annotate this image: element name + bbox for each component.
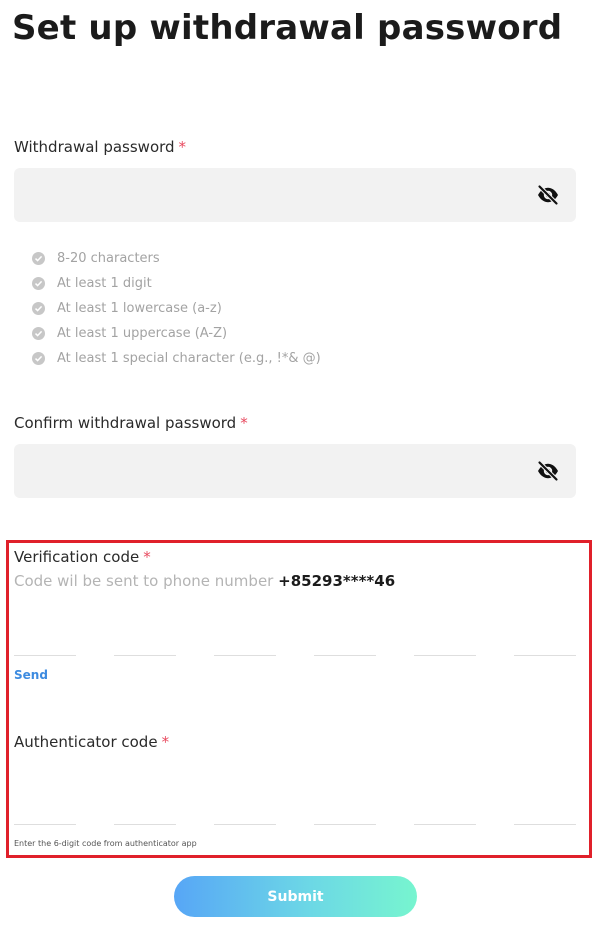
required-mark: * [178, 138, 187, 156]
verification-code-label-text: Verification code [14, 548, 140, 566]
required-mark: * [240, 414, 248, 432]
confirm-password-label: Confirm withdrawal password * [14, 414, 248, 432]
verification-hint-text: Code wil be sent to phone number [14, 572, 274, 590]
withdrawal-password-label: Withdrawal password * [14, 138, 186, 156]
check-circle-icon [32, 352, 45, 365]
check-circle-icon [32, 252, 45, 265]
check-circle-icon [32, 302, 45, 315]
verification-digit-input[interactable] [314, 655, 376, 656]
password-rule-text: 8-20 characters [57, 251, 160, 266]
verification-digit-input[interactable] [14, 655, 76, 656]
verification-digit-input[interactable] [114, 655, 176, 656]
withdrawal-password-label-text: Withdrawal password [14, 138, 175, 156]
authenticator-digit-input[interactable] [314, 824, 376, 825]
confirm-password-input[interactable] [14, 444, 576, 498]
authenticator-digit-input[interactable] [114, 824, 176, 825]
page-title: Set up withdrawal password [12, 8, 563, 48]
password-rule-text: At least 1 special character (e.g., !*& … [57, 351, 321, 366]
authenticator-digit-input[interactable] [514, 824, 576, 825]
authenticator-digit-input[interactable] [214, 824, 276, 825]
verification-code-hint: Code wil be sent to phone number +85293*… [14, 572, 395, 590]
verification-code-label: Verification code * [14, 548, 151, 566]
verification-digit-input[interactable] [414, 655, 476, 656]
authenticator-code-label: Authenticator code * [14, 733, 169, 751]
required-mark: * [143, 548, 151, 566]
eye-slash-icon[interactable] [536, 183, 560, 207]
check-circle-icon [32, 327, 45, 340]
eye-slash-icon[interactable] [536, 459, 560, 483]
password-rule-item: 8-20 characters [32, 246, 321, 271]
authenticator-digit-input[interactable] [14, 824, 76, 825]
verification-digit-input[interactable] [214, 655, 276, 656]
password-rule-item: At least 1 special character (e.g., !*& … [32, 346, 321, 371]
check-circle-icon [32, 277, 45, 290]
verification-digit-input[interactable] [514, 655, 576, 656]
password-rule-item: At least 1 digit [32, 271, 321, 296]
withdrawal-password-input[interactable] [14, 168, 576, 222]
phone-number: +85293****46 [278, 572, 396, 590]
submit-button[interactable]: Submit [174, 876, 417, 917]
confirm-password-label-text: Confirm withdrawal password [14, 414, 237, 432]
send-code-link[interactable]: Send [14, 668, 48, 682]
authenticator-code-label-text: Authenticator code [14, 733, 158, 751]
authenticator-hint: Enter the 6-digit code from authenticato… [14, 839, 197, 848]
password-rule-text: At least 1 lowercase (a-z) [57, 301, 222, 316]
password-rule-item: At least 1 lowercase (a-z) [32, 296, 321, 321]
required-mark: * [161, 733, 170, 751]
password-rule-text: At least 1 uppercase (A-Z) [57, 326, 228, 341]
authenticator-digit-input[interactable] [414, 824, 476, 825]
password-rules-list: 8-20 characters At least 1 digit At leas… [32, 246, 321, 371]
password-rule-text: At least 1 digit [57, 276, 152, 291]
password-rule-item: At least 1 uppercase (A-Z) [32, 321, 321, 346]
